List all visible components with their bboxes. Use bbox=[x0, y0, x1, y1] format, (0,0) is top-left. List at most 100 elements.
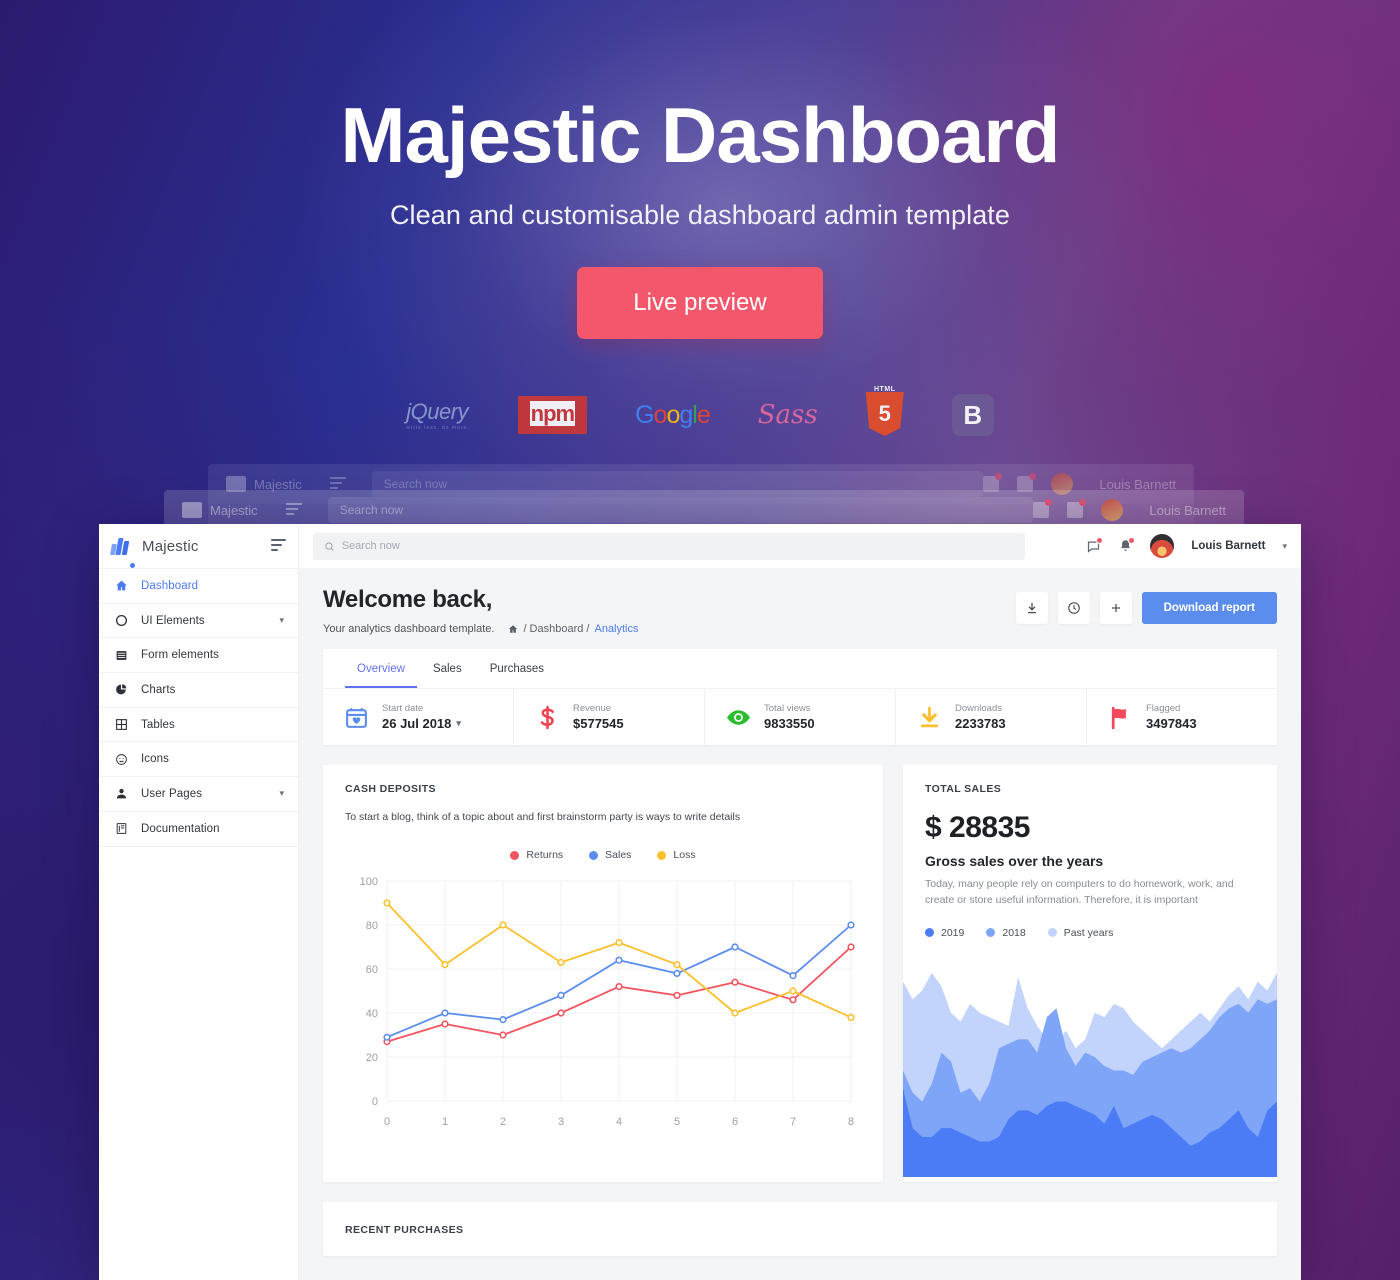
tab-purchases[interactable]: Purchases bbox=[478, 649, 556, 688]
cash-deposits-body: CASH DEPOSITS To start a blog, think of … bbox=[323, 765, 883, 1154]
kpi-label: Downloads bbox=[955, 703, 1002, 714]
legend-label: Returns bbox=[526, 849, 564, 861]
html5-tag-text: HTML bbox=[873, 386, 896, 393]
download-report-button[interactable]: Download report bbox=[1141, 592, 1277, 624]
legend-returns[interactable]: Returns bbox=[510, 849, 563, 861]
breadcrumb-current[interactable]: Analytics bbox=[594, 623, 638, 635]
legend-dot-icon bbox=[986, 928, 996, 938]
ghost-avatar bbox=[1101, 499, 1124, 521]
sidebar-item-dashboard[interactable]: Dashboard bbox=[99, 569, 298, 604]
kpi-text: Flagged 3497843 bbox=[1146, 703, 1197, 731]
topbar: Louis Barnett ▾ bbox=[299, 524, 1301, 568]
kpi-start-date[interactable]: Start date 26 Jul 2018 ▾ bbox=[323, 689, 514, 745]
legend-sales[interactable]: Sales bbox=[589, 849, 631, 861]
total-sales-card: TOTAL SALES $ 28835 Gross sales over the… bbox=[903, 765, 1277, 1182]
area-chart-svg bbox=[903, 972, 1277, 1177]
search-icon bbox=[325, 541, 334, 551]
page-title: Majestic Dashboard bbox=[340, 91, 1061, 179]
chevron-down-icon[interactable]: ▾ bbox=[456, 718, 461, 729]
svg-text:2: 2 bbox=[500, 1116, 506, 1128]
svg-text:8: 8 bbox=[848, 1116, 854, 1128]
sidebar-toggle-icon[interactable] bbox=[271, 538, 286, 554]
plus-icon bbox=[1111, 603, 1120, 613]
download-icon-button[interactable] bbox=[1015, 592, 1048, 624]
live-preview-button[interactable]: Live preview bbox=[577, 267, 823, 339]
calendar-heart-icon bbox=[343, 704, 369, 730]
kpi-text: Revenue $577545 bbox=[573, 703, 624, 731]
ghost-message-icon bbox=[1033, 499, 1053, 518]
sidebar-item-label: Tables bbox=[141, 718, 175, 731]
messages-icon[interactable] bbox=[1086, 536, 1104, 554]
brand-logo[interactable]: Majestic bbox=[99, 524, 298, 568]
ghost-logo-icon bbox=[182, 502, 202, 518]
search-box[interactable] bbox=[313, 532, 1025, 560]
kpi-row: Start date 26 Jul 2018 ▾ Revenue $577545 bbox=[323, 688, 1277, 745]
sidebar-item-ui-elements[interactable]: UI Elements ▾ bbox=[99, 604, 298, 639]
sidebar-item-label: Icons bbox=[141, 753, 169, 766]
tab-sales[interactable]: Sales bbox=[421, 649, 474, 688]
sidebar-item-documentation[interactable]: Documentation bbox=[99, 812, 298, 847]
html5-logo: HTML 5 bbox=[865, 386, 904, 438]
stats-card: Overview Sales Purchases Start date 26 J… bbox=[323, 649, 1277, 745]
welcome-title: Welcome back, bbox=[323, 586, 493, 613]
recent-purchases-body: RECENT PURCHASES bbox=[323, 1202, 1277, 1256]
cta-wrapper: Live preview bbox=[0, 267, 1400, 339]
welcome-subtitle: Your analytics dashboard template. bbox=[323, 623, 495, 635]
cash-deposits-description: To start a blog, think of a topic about … bbox=[345, 811, 741, 823]
breadcrumb-parent[interactable]: / Dashboard / bbox=[523, 623, 589, 635]
topbar-actions: Louis Barnett ▾ bbox=[1070, 534, 1287, 558]
welcome-actions: Download report bbox=[1015, 586, 1277, 624]
welcome-bar: Welcome back, Your analytics dashboard t… bbox=[299, 568, 1301, 649]
tab-overview[interactable]: Overview bbox=[345, 649, 417, 688]
legend-loss[interactable]: Loss bbox=[657, 849, 696, 861]
total-sales-heading: Gross sales over the years bbox=[925, 853, 1104, 869]
breadcrumb: / Dashboard / Analytics bbox=[508, 623, 639, 635]
messages-badge bbox=[1096, 536, 1104, 544]
flag-icon bbox=[1107, 704, 1133, 730]
npm-logo: npm bbox=[517, 392, 588, 438]
sidebar-nav: Dashboard UI Elements ▾ Form elements Ch… bbox=[99, 568, 298, 847]
svg-text:60: 60 bbox=[366, 964, 378, 976]
history-icon-button[interactable] bbox=[1057, 592, 1090, 624]
sidebar-item-form-elements[interactable]: Form elements bbox=[99, 638, 298, 674]
sidebar-item-charts[interactable]: Charts bbox=[99, 673, 298, 708]
chevron-down-icon[interactable]: ▾ bbox=[1282, 541, 1287, 552]
pie-icon bbox=[113, 682, 129, 698]
google-logo: Google bbox=[635, 400, 711, 429]
majestic-logo-icon bbox=[110, 537, 130, 555]
form-icon bbox=[113, 647, 129, 663]
sidebar-item-label: Charts bbox=[141, 683, 176, 696]
circle-icon bbox=[113, 613, 129, 629]
legend-label: Loss bbox=[673, 849, 696, 861]
sidebar: Majestic Dashboard UI Elements ▾ Form el… bbox=[99, 524, 299, 1280]
legend-2018[interactable]: 2018 bbox=[986, 927, 1026, 939]
user-name[interactable]: Louis Barnett bbox=[1191, 540, 1265, 552]
svg-text:4: 4 bbox=[616, 1116, 622, 1128]
kpi-value: 9833550 bbox=[764, 716, 815, 731]
sidebar-item-tables[interactable]: Tables bbox=[99, 708, 298, 743]
sidebar-item-icons[interactable]: Icons bbox=[99, 742, 298, 778]
kpi-value-wrap: 26 Jul 2018 ▾ bbox=[382, 716, 461, 731]
sidebar-item-label: Dashboard bbox=[141, 579, 199, 592]
add-icon-button[interactable] bbox=[1099, 592, 1132, 624]
kpi-total-views: Total views 9833550 bbox=[705, 689, 896, 745]
kpi-flagged: Flagged 3497843 bbox=[1087, 689, 1277, 745]
sidebar-item-label: Form elements bbox=[141, 649, 219, 662]
smile-icon bbox=[113, 751, 129, 767]
chevron-down-icon: ▾ bbox=[279, 788, 284, 799]
svg-text:0: 0 bbox=[372, 1096, 378, 1108]
chart-row: CASH DEPOSITS To start a blog, think of … bbox=[323, 765, 1277, 1182]
table-icon bbox=[113, 717, 129, 733]
sidebar-item-user-pages[interactable]: User Pages ▾ bbox=[99, 777, 298, 812]
sass-logo: Sass bbox=[757, 400, 818, 430]
kpi-label: Start date bbox=[382, 703, 424, 714]
notifications-bell-icon[interactable] bbox=[1118, 536, 1136, 554]
cash-deposits-card: CASH DEPOSITS To start a blog, think of … bbox=[323, 765, 883, 1182]
kpi-label: Revenue bbox=[573, 703, 612, 714]
clock-icon bbox=[1067, 602, 1080, 614]
legend-past-years[interactable]: Past years bbox=[1047, 927, 1113, 939]
total-sales-chart-wrap bbox=[903, 939, 1277, 1182]
avatar[interactable] bbox=[1150, 534, 1175, 558]
search-input[interactable] bbox=[341, 540, 1014, 552]
legend-2019[interactable]: 2019 bbox=[925, 927, 964, 939]
